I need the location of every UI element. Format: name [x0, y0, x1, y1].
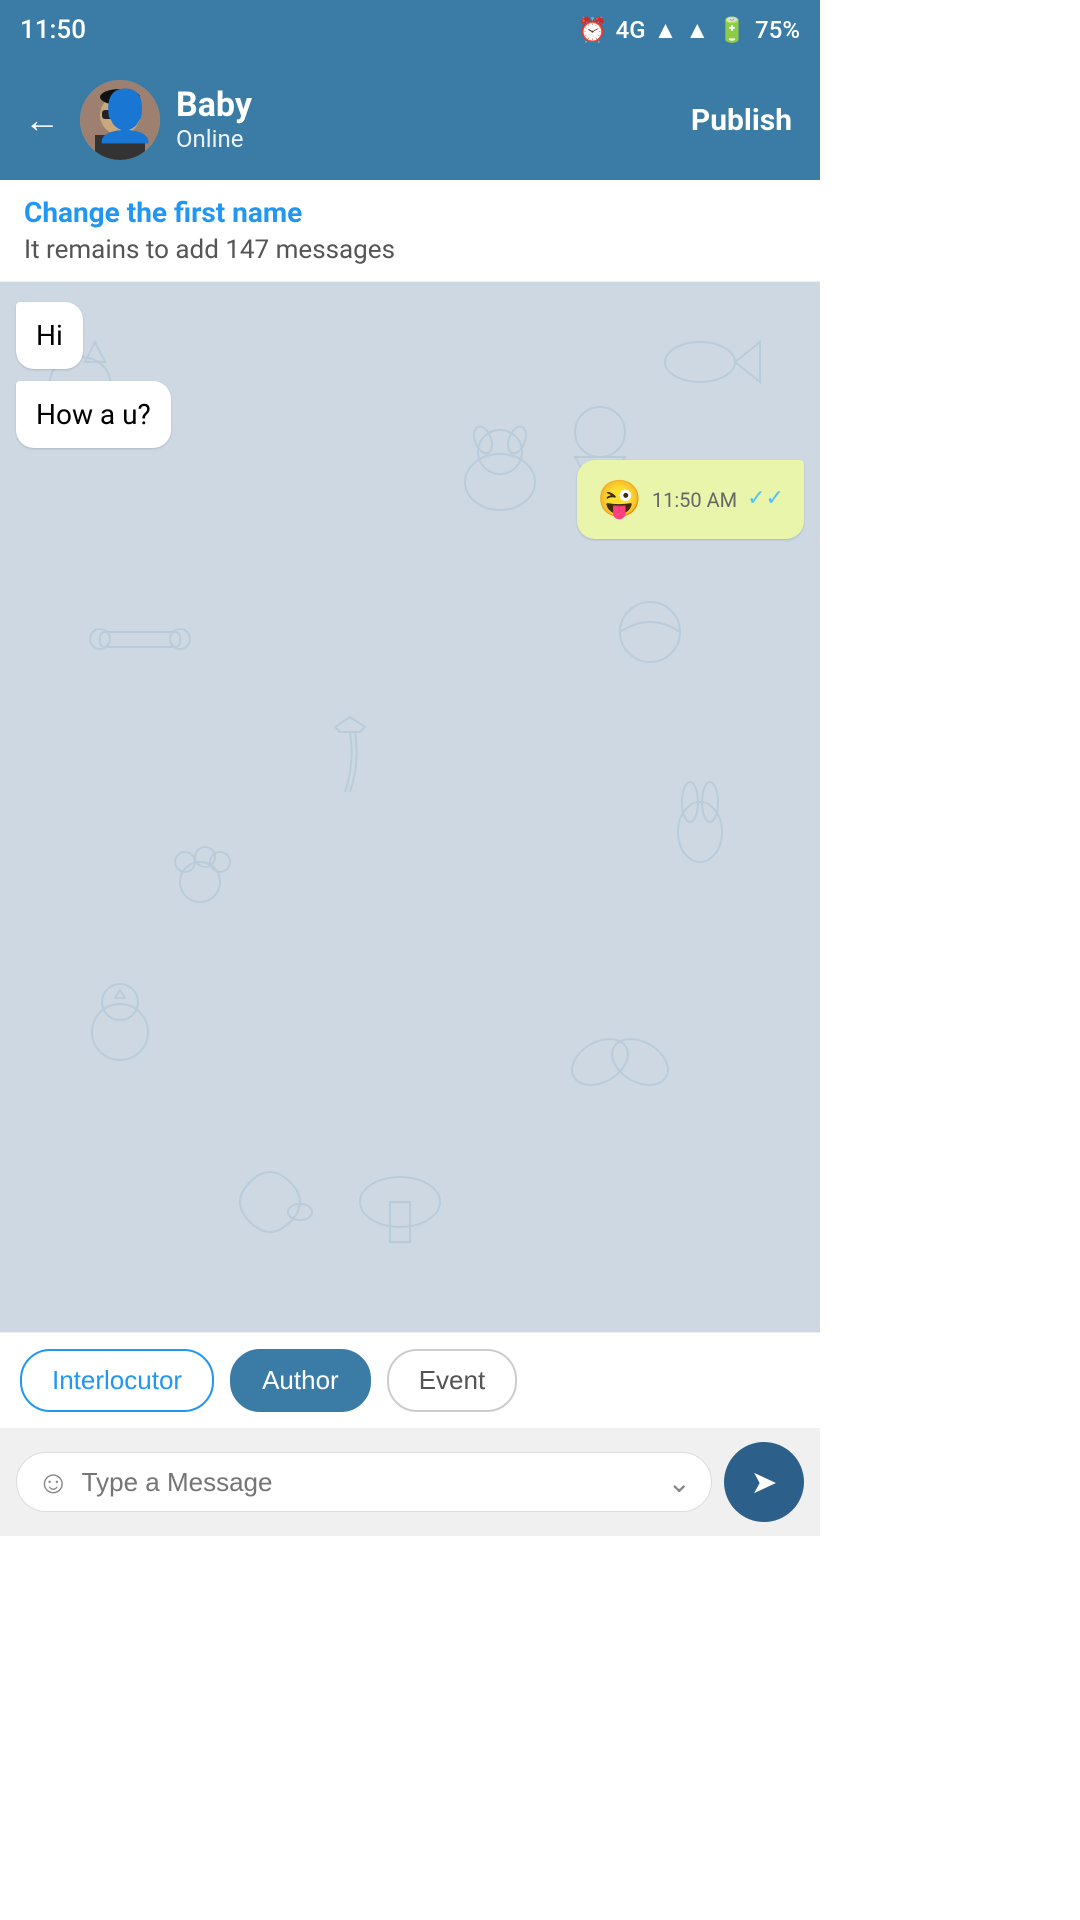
- message-text: Hi: [36, 319, 63, 352]
- message-text: How a u?: [36, 398, 151, 431]
- message-time: 11:50 AM: [652, 486, 737, 514]
- network-label: 4G: [616, 16, 646, 44]
- status-time: 11:50: [20, 15, 86, 45]
- back-button[interactable]: ←: [16, 91, 68, 149]
- publish-button[interactable]: Publish: [679, 95, 804, 146]
- chevron-down-icon[interactable]: ⌄: [668, 1466, 691, 1499]
- role-selector: Interlocutor Author Event: [0, 1332, 820, 1428]
- notice-title: Change the first name: [24, 196, 796, 229]
- contact-name: Baby: [176, 87, 679, 124]
- message-bubble: 😜 11:50 AM ✓✓: [577, 460, 804, 538]
- contact-status: Online: [176, 125, 679, 153]
- notice-subtitle: It remains to add 147 messages: [24, 235, 796, 265]
- send-icon: ➤: [751, 1463, 778, 1501]
- notice-bar: Change the first name It remains to add …: [0, 180, 820, 282]
- contact-info: Baby Online: [176, 87, 679, 152]
- chat-area: Hi How a u? 😜 11:50 AM ✓✓: [0, 282, 820, 1332]
- messages-container: Hi How a u? 😜 11:50 AM ✓✓: [0, 282, 820, 559]
- message-input[interactable]: [82, 1467, 656, 1498]
- status-bar: 11:50 ⏰ 4G ▲ ▲ 🔋 75%: [0, 0, 820, 60]
- message-emoji: 😜: [597, 474, 642, 524]
- message-ticks: ✓✓: [747, 484, 784, 515]
- event-button[interactable]: Event: [387, 1349, 518, 1412]
- signal-icon-2: ▲: [685, 16, 709, 45]
- status-right: ⏰ 4G ▲ ▲ 🔋 75%: [578, 16, 800, 45]
- app-header: ← Baby Online Publish: [0, 60, 820, 180]
- message-bubble: Hi: [16, 302, 83, 369]
- message-input-area: ☺ ⌄ ➤: [0, 1428, 820, 1536]
- emoji-button[interactable]: ☺: [37, 1463, 70, 1501]
- interlocutor-button[interactable]: Interlocutor: [20, 1349, 214, 1412]
- message-bubble: How a u?: [16, 381, 171, 448]
- signal-icon: ▲: [654, 16, 678, 45]
- alarm-icon: ⏰: [578, 16, 608, 44]
- author-button[interactable]: Author: [230, 1349, 371, 1412]
- send-button[interactable]: ➤: [724, 1442, 804, 1522]
- input-container: ☺ ⌄: [16, 1452, 712, 1512]
- battery-icon: 🔋: [717, 16, 747, 44]
- battery-label: 75%: [755, 16, 800, 44]
- avatar-image: [80, 80, 160, 160]
- avatar[interactable]: [80, 80, 160, 160]
